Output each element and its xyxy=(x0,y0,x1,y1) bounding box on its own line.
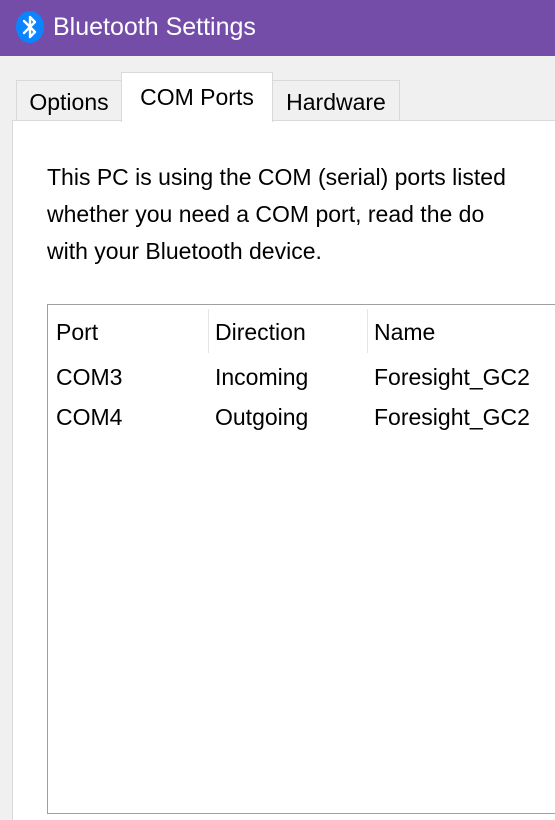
direction-cell: Outgoing xyxy=(215,404,309,430)
column-header-name[interactable]: Name xyxy=(374,305,435,355)
description-line-2: whether you need a COM port, read the do xyxy=(47,201,485,227)
name-cell: Foresight_GC2 xyxy=(374,364,530,390)
column-header-port[interactable]: Port xyxy=(56,305,98,355)
title-bar: Bluetooth Settings xyxy=(0,0,555,56)
name-cell: Foresight_GC2 xyxy=(374,404,530,430)
port-cell: COM3 xyxy=(56,364,123,390)
com-ports-list[interactable]: Port Direction Name COM3 Incoming Foresi… xyxy=(47,304,555,814)
direction-cell: Incoming xyxy=(215,364,309,390)
tab-com-ports[interactable]: COM Ports xyxy=(121,72,273,122)
tab-hardware[interactable]: Hardware xyxy=(272,80,400,122)
bluetooth-icon xyxy=(16,11,44,43)
port-cell: COM4 xyxy=(56,404,123,430)
list-row[interactable]: COM4 Outgoing Foresight_GC2 xyxy=(48,397,555,437)
description-line-1: This PC is using the COM (serial) ports … xyxy=(47,164,506,190)
description-line-3: with your Bluetooth device. xyxy=(47,238,322,264)
list-row[interactable]: COM3 Incoming Foresight_GC2 xyxy=(48,357,555,397)
tab-strip: Options COM Ports Hardware xyxy=(0,56,555,122)
window-title: Bluetooth Settings xyxy=(53,13,256,41)
column-separator[interactable] xyxy=(367,309,368,353)
column-separator[interactable] xyxy=(208,309,209,353)
description-text: This PC is using the COM (serial) ports … xyxy=(47,159,555,270)
column-header-direction[interactable]: Direction xyxy=(215,305,306,355)
tab-options[interactable]: Options xyxy=(16,80,122,122)
list-header: Port Direction Name xyxy=(48,305,555,357)
